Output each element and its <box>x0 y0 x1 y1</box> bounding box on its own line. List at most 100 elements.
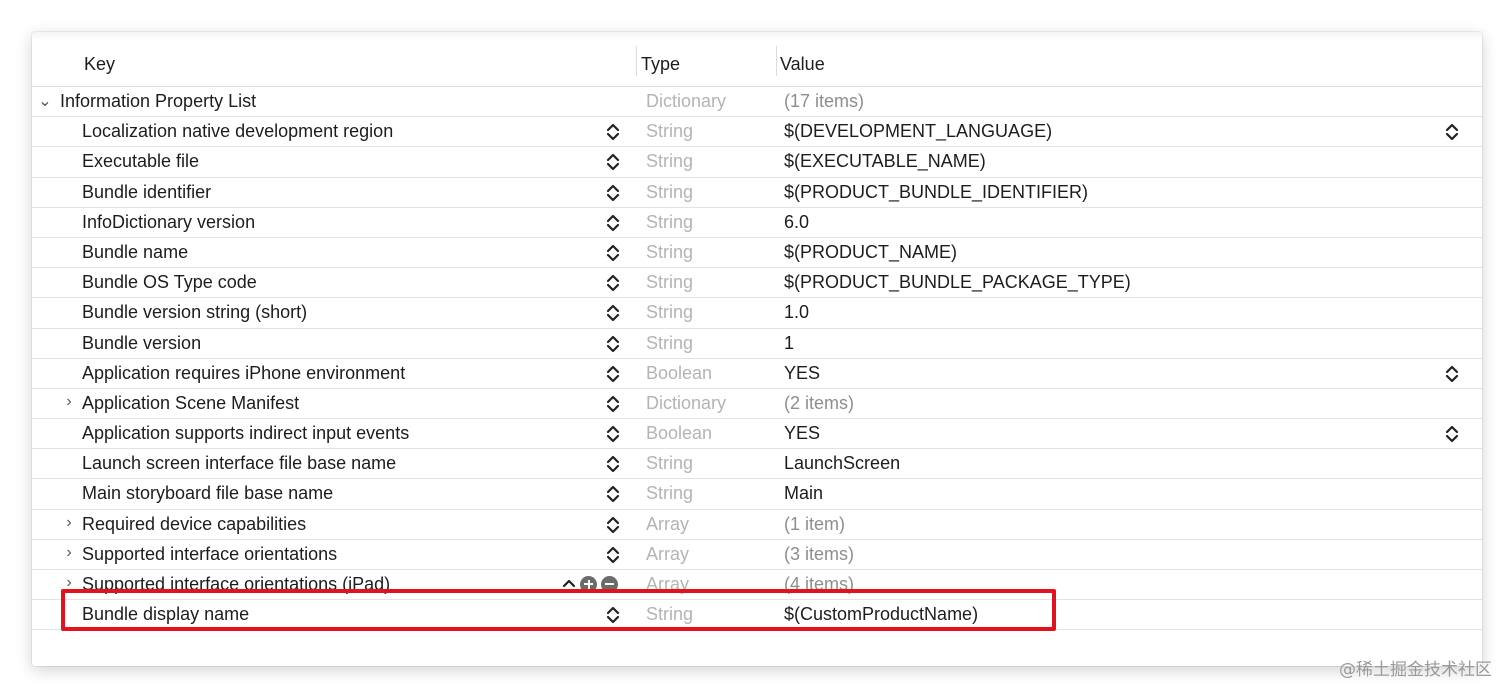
chevron-right-icon[interactable]: › <box>62 393 76 411</box>
row-value[interactable]: $(PRODUCT_BUNDLE_IDENTIFIER) <box>784 182 1088 203</box>
row-type[interactable]: Boolean <box>646 423 712 444</box>
type-column-header[interactable]: Type <box>641 54 680 75</box>
row-value[interactable]: (4 items) <box>784 574 854 595</box>
row-value[interactable]: LaunchScreen <box>784 453 900 474</box>
up-down-stepper-icon[interactable] <box>604 393 622 415</box>
row-value[interactable]: $(DEVELOPMENT_LANGUAGE) <box>784 121 1052 142</box>
row-type[interactable]: String <box>646 151 693 172</box>
table-row[interactable]: Main storyboard file base name String Main <box>32 479 1482 510</box>
row-value[interactable]: YES <box>784 363 820 384</box>
chevron-right-icon[interactable]: › <box>62 574 76 592</box>
row-value[interactable]: $(PRODUCT_BUNDLE_PACKAGE_TYPE) <box>784 272 1131 293</box>
up-down-stepper-icon[interactable] <box>604 182 622 204</box>
row-key[interactable]: Bundle name <box>82 242 188 263</box>
row-type[interactable]: Array <box>646 574 689 595</box>
row-type[interactable]: String <box>646 302 693 323</box>
chevron-down-icon[interactable]: ⌄ <box>38 91 52 111</box>
row-key[interactable]: Application Scene Manifest <box>82 393 299 414</box>
row-value[interactable]: (3 items) <box>784 544 854 565</box>
up-down-stepper-icon[interactable] <box>604 483 622 505</box>
up-down-stepper-icon[interactable] <box>604 604 622 626</box>
up-down-stepper-icon[interactable] <box>604 514 622 536</box>
table-row[interactable]: Bundle display name String $(CustomProduct… <box>32 600 1482 631</box>
up-down-stepper-icon[interactable] <box>604 151 622 173</box>
row-value[interactable]: 1 <box>784 333 794 354</box>
row-type[interactable]: Array <box>646 544 689 565</box>
plus-circle-icon[interactable] <box>580 575 597 593</box>
table-row[interactable]: Bundle identifier String $(PRODUCT_BUNDLE_… <box>32 178 1482 208</box>
row-type[interactable]: String <box>646 453 693 474</box>
row-key[interactable]: Executable file <box>82 151 199 172</box>
row-type[interactable]: String <box>646 604 693 625</box>
row-key[interactable]: Supported interface orientations <box>82 544 337 565</box>
value-stepper-icon[interactable] <box>1443 365 1461 389</box>
row-type[interactable]: Dictionary <box>646 91 726 112</box>
up-down-stepper-icon[interactable] <box>604 363 622 385</box>
table-row[interactable]: Localization native development region St… <box>32 117 1482 148</box>
table-row[interactable]: Bundle version string (short) String 1.0 <box>32 298 1482 329</box>
row-value[interactable]: $(CustomProductName) <box>784 604 978 625</box>
up-down-stepper-icon[interactable] <box>604 272 622 294</box>
up-down-stepper-icon[interactable] <box>604 212 622 234</box>
row-key[interactable]: Supported interface orientations (iPad) <box>82 574 390 595</box>
table-row-root[interactable]: ⌄ Information Property List Dictionary (… <box>32 87 1482 118</box>
row-value[interactable]: $(EXECUTABLE_NAME) <box>784 151 986 172</box>
row-key[interactable]: InfoDictionary version <box>82 212 255 233</box>
row-type[interactable]: Boolean <box>646 363 712 384</box>
row-type[interactable]: String <box>646 272 693 293</box>
table-row[interactable]: Application requires iPhone environment B… <box>32 359 1482 389</box>
table-row[interactable]: Executable file String $(EXECUTABLE_NAME) <box>32 147 1482 178</box>
up-down-stepper-icon[interactable] <box>604 121 622 143</box>
table-row[interactable]: InfoDictionary version String 6.0 <box>32 208 1482 238</box>
column-divider[interactable] <box>636 46 637 76</box>
value-column-header[interactable]: Value <box>780 54 825 75</box>
up-down-stepper-icon[interactable] <box>604 544 622 566</box>
column-divider[interactable] <box>776 46 777 76</box>
table-row[interactable]: › Supported interface orientations Array (3… <box>32 540 1482 570</box>
row-type[interactable]: Array <box>646 514 689 535</box>
row-key[interactable]: Required device capabilities <box>82 514 306 535</box>
chevron-right-icon[interactable]: › <box>62 544 76 562</box>
row-type[interactable]: String <box>646 242 693 263</box>
row-type[interactable]: String <box>646 212 693 233</box>
row-value[interactable]: Main <box>784 483 823 504</box>
table-row[interactable]: › Application Scene Manifest Dictionary (2 … <box>32 389 1482 420</box>
row-type[interactable]: Dictionary <box>646 393 726 414</box>
row-key[interactable]: Launch screen interface file base name <box>82 453 396 474</box>
table-row[interactable]: Bundle OS Type code String $(PRODUCT_BUNDL… <box>32 268 1482 299</box>
table-row[interactable]: Launch screen interface file base name St… <box>32 449 1482 480</box>
row-key[interactable]: Bundle version <box>82 333 201 354</box>
table-row[interactable]: › Supported interface orientations (iPad)… <box>32 570 1482 601</box>
value-stepper-icon[interactable] <box>1443 124 1461 147</box>
table-row[interactable]: Application supports indirect input even… <box>32 419 1482 450</box>
row-value[interactable]: $(PRODUCT_NAME) <box>784 242 957 263</box>
table-row[interactable]: Bundle name String $(PRODUCT_NAME) <box>32 238 1482 269</box>
table-row[interactable]: Bundle version String 1 <box>32 329 1482 359</box>
up-down-stepper-icon[interactable] <box>604 302 622 324</box>
row-value[interactable]: 6.0 <box>784 212 809 233</box>
row-key[interactable]: Localization native development region <box>82 121 393 142</box>
minus-circle-icon[interactable] <box>601 575 618 593</box>
up-down-stepper-icon[interactable] <box>604 423 622 445</box>
row-value[interactable]: (1 item) <box>784 514 845 535</box>
row-type[interactable]: String <box>646 121 693 142</box>
row-key[interactable]: Bundle version string (short) <box>82 302 307 323</box>
up-down-stepper-icon[interactable] <box>604 333 622 355</box>
row-key[interactable]: Bundle OS Type code <box>82 272 257 293</box>
sort-up-icon[interactable] <box>562 575 576 593</box>
row-value[interactable]: (2 items) <box>784 393 854 414</box>
row-type[interactable]: String <box>646 333 693 354</box>
key-column-header[interactable]: Key <box>84 54 115 75</box>
row-key[interactable]: Bundle identifier <box>82 182 211 203</box>
value-stepper-icon[interactable] <box>1443 425 1461 449</box>
up-down-stepper-icon[interactable] <box>604 242 622 264</box>
row-key[interactable]: Application requires iPhone environment <box>82 363 405 384</box>
table-row[interactable]: › Required device capabilities Array (1 ite… <box>32 510 1482 540</box>
row-key[interactable]: Main storyboard file base name <box>82 483 333 504</box>
up-down-stepper-icon[interactable] <box>604 453 622 475</box>
row-key[interactable]: Bundle display name <box>82 604 249 625</box>
row-value[interactable]: 1.0 <box>784 302 809 323</box>
row-type[interactable]: String <box>646 182 693 203</box>
row-key[interactable]: Application supports indirect input even… <box>82 423 409 444</box>
row-value[interactable]: YES <box>784 423 820 444</box>
